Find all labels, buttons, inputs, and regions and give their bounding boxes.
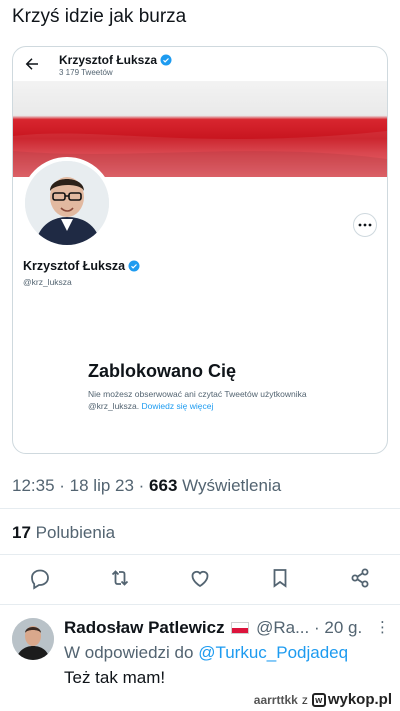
embedded-profile-screenshot: Krzysztof Łuksza 3 179 Tweetów Krzysztof… bbox=[12, 46, 388, 454]
reply-author-name[interactable]: Radosław Patlewicz bbox=[64, 618, 225, 637]
divider bbox=[0, 508, 400, 509]
profile-name-text: Krzysztof Łuksza bbox=[23, 259, 126, 273]
tweet-time[interactable]: 12:35 bbox=[12, 476, 55, 495]
likes-label: Polubienia bbox=[35, 523, 116, 542]
divider bbox=[0, 604, 400, 605]
reply-header: Radosław Patlewicz @Ra... · 20 g. bbox=[64, 618, 394, 638]
views-count: 663 bbox=[149, 476, 178, 495]
reply-icon[interactable] bbox=[28, 566, 52, 590]
views-label: Wyświetlenia bbox=[182, 476, 282, 495]
watermark: aarrttkk z w wykop.pl bbox=[254, 691, 392, 708]
tweet-meta: 12:35 · 18 lip 23 · 663 Wyświetlenia bbox=[12, 476, 282, 495]
blocked-description: Nie możesz obserwować ani czytać Tweetów… bbox=[88, 388, 318, 412]
profile-name: Krzysztof Łuksza bbox=[23, 259, 140, 273]
watermark-site: wykop.pl bbox=[327, 691, 392, 708]
blocked-title: Zablokowano Cię bbox=[88, 361, 237, 381]
wykop-logo: w wykop.pl bbox=[311, 691, 392, 708]
profile-handle: @krz_luksza bbox=[23, 277, 72, 287]
profile-more-button[interactable] bbox=[353, 213, 377, 237]
avatar-portrait bbox=[25, 161, 109, 245]
verified-badge-icon bbox=[160, 54, 172, 66]
post-text: Krzyś idzie jak burza bbox=[12, 6, 187, 27]
tweet-actions bbox=[0, 566, 400, 596]
header-name: Krzysztof Łuksza bbox=[59, 53, 172, 67]
verified-badge-icon bbox=[128, 260, 140, 272]
header-name-text: Krzysztof Łuksza bbox=[59, 53, 158, 67]
more-icon bbox=[358, 223, 372, 227]
watermark-sep: z bbox=[301, 692, 308, 707]
watermark-user: aarrttkk bbox=[253, 692, 298, 707]
bookmark-icon[interactable] bbox=[268, 566, 292, 590]
reply-text: Też tak mam! bbox=[64, 668, 166, 687]
avatar-portrait bbox=[12, 618, 54, 660]
reply-to-line: W odpowiedzi do @Turkuc_Podjadeq bbox=[64, 643, 348, 663]
divider bbox=[0, 554, 400, 555]
back-arrow-icon[interactable] bbox=[23, 55, 41, 73]
tweet-date[interactable]: 18 lip 23 bbox=[70, 476, 134, 495]
reply-time[interactable]: 20 g. bbox=[324, 618, 362, 637]
reply-to-mention[interactable]: @Turkuc_Podjadeq bbox=[198, 643, 348, 662]
profile-avatar bbox=[21, 157, 113, 249]
learn-more-link[interactable]: Dowiedz się więcej bbox=[142, 401, 214, 411]
header-tweet-count: 3 179 Tweetów bbox=[59, 68, 113, 77]
reply-time-separator: · bbox=[314, 618, 325, 637]
reply-author-handle[interactable]: @Ra... bbox=[256, 618, 309, 637]
likes-row[interactable]: 17 Polubienia bbox=[12, 523, 115, 543]
like-icon[interactable] bbox=[188, 566, 212, 590]
retweet-icon[interactable] bbox=[108, 566, 132, 590]
profile-header-bar: Krzysztof Łuksza 3 179 Tweetów bbox=[13, 47, 387, 81]
wykop-logo-icon: w bbox=[311, 692, 326, 707]
reply-avatar[interactable] bbox=[12, 618, 54, 660]
reply-to-prefix: W odpowiedzi do bbox=[64, 643, 194, 662]
likes-count: 17 bbox=[12, 523, 31, 542]
poland-flag-icon bbox=[231, 622, 250, 634]
reply-more-icon[interactable]: ⋮ bbox=[375, 618, 390, 636]
share-icon[interactable] bbox=[348, 566, 372, 590]
